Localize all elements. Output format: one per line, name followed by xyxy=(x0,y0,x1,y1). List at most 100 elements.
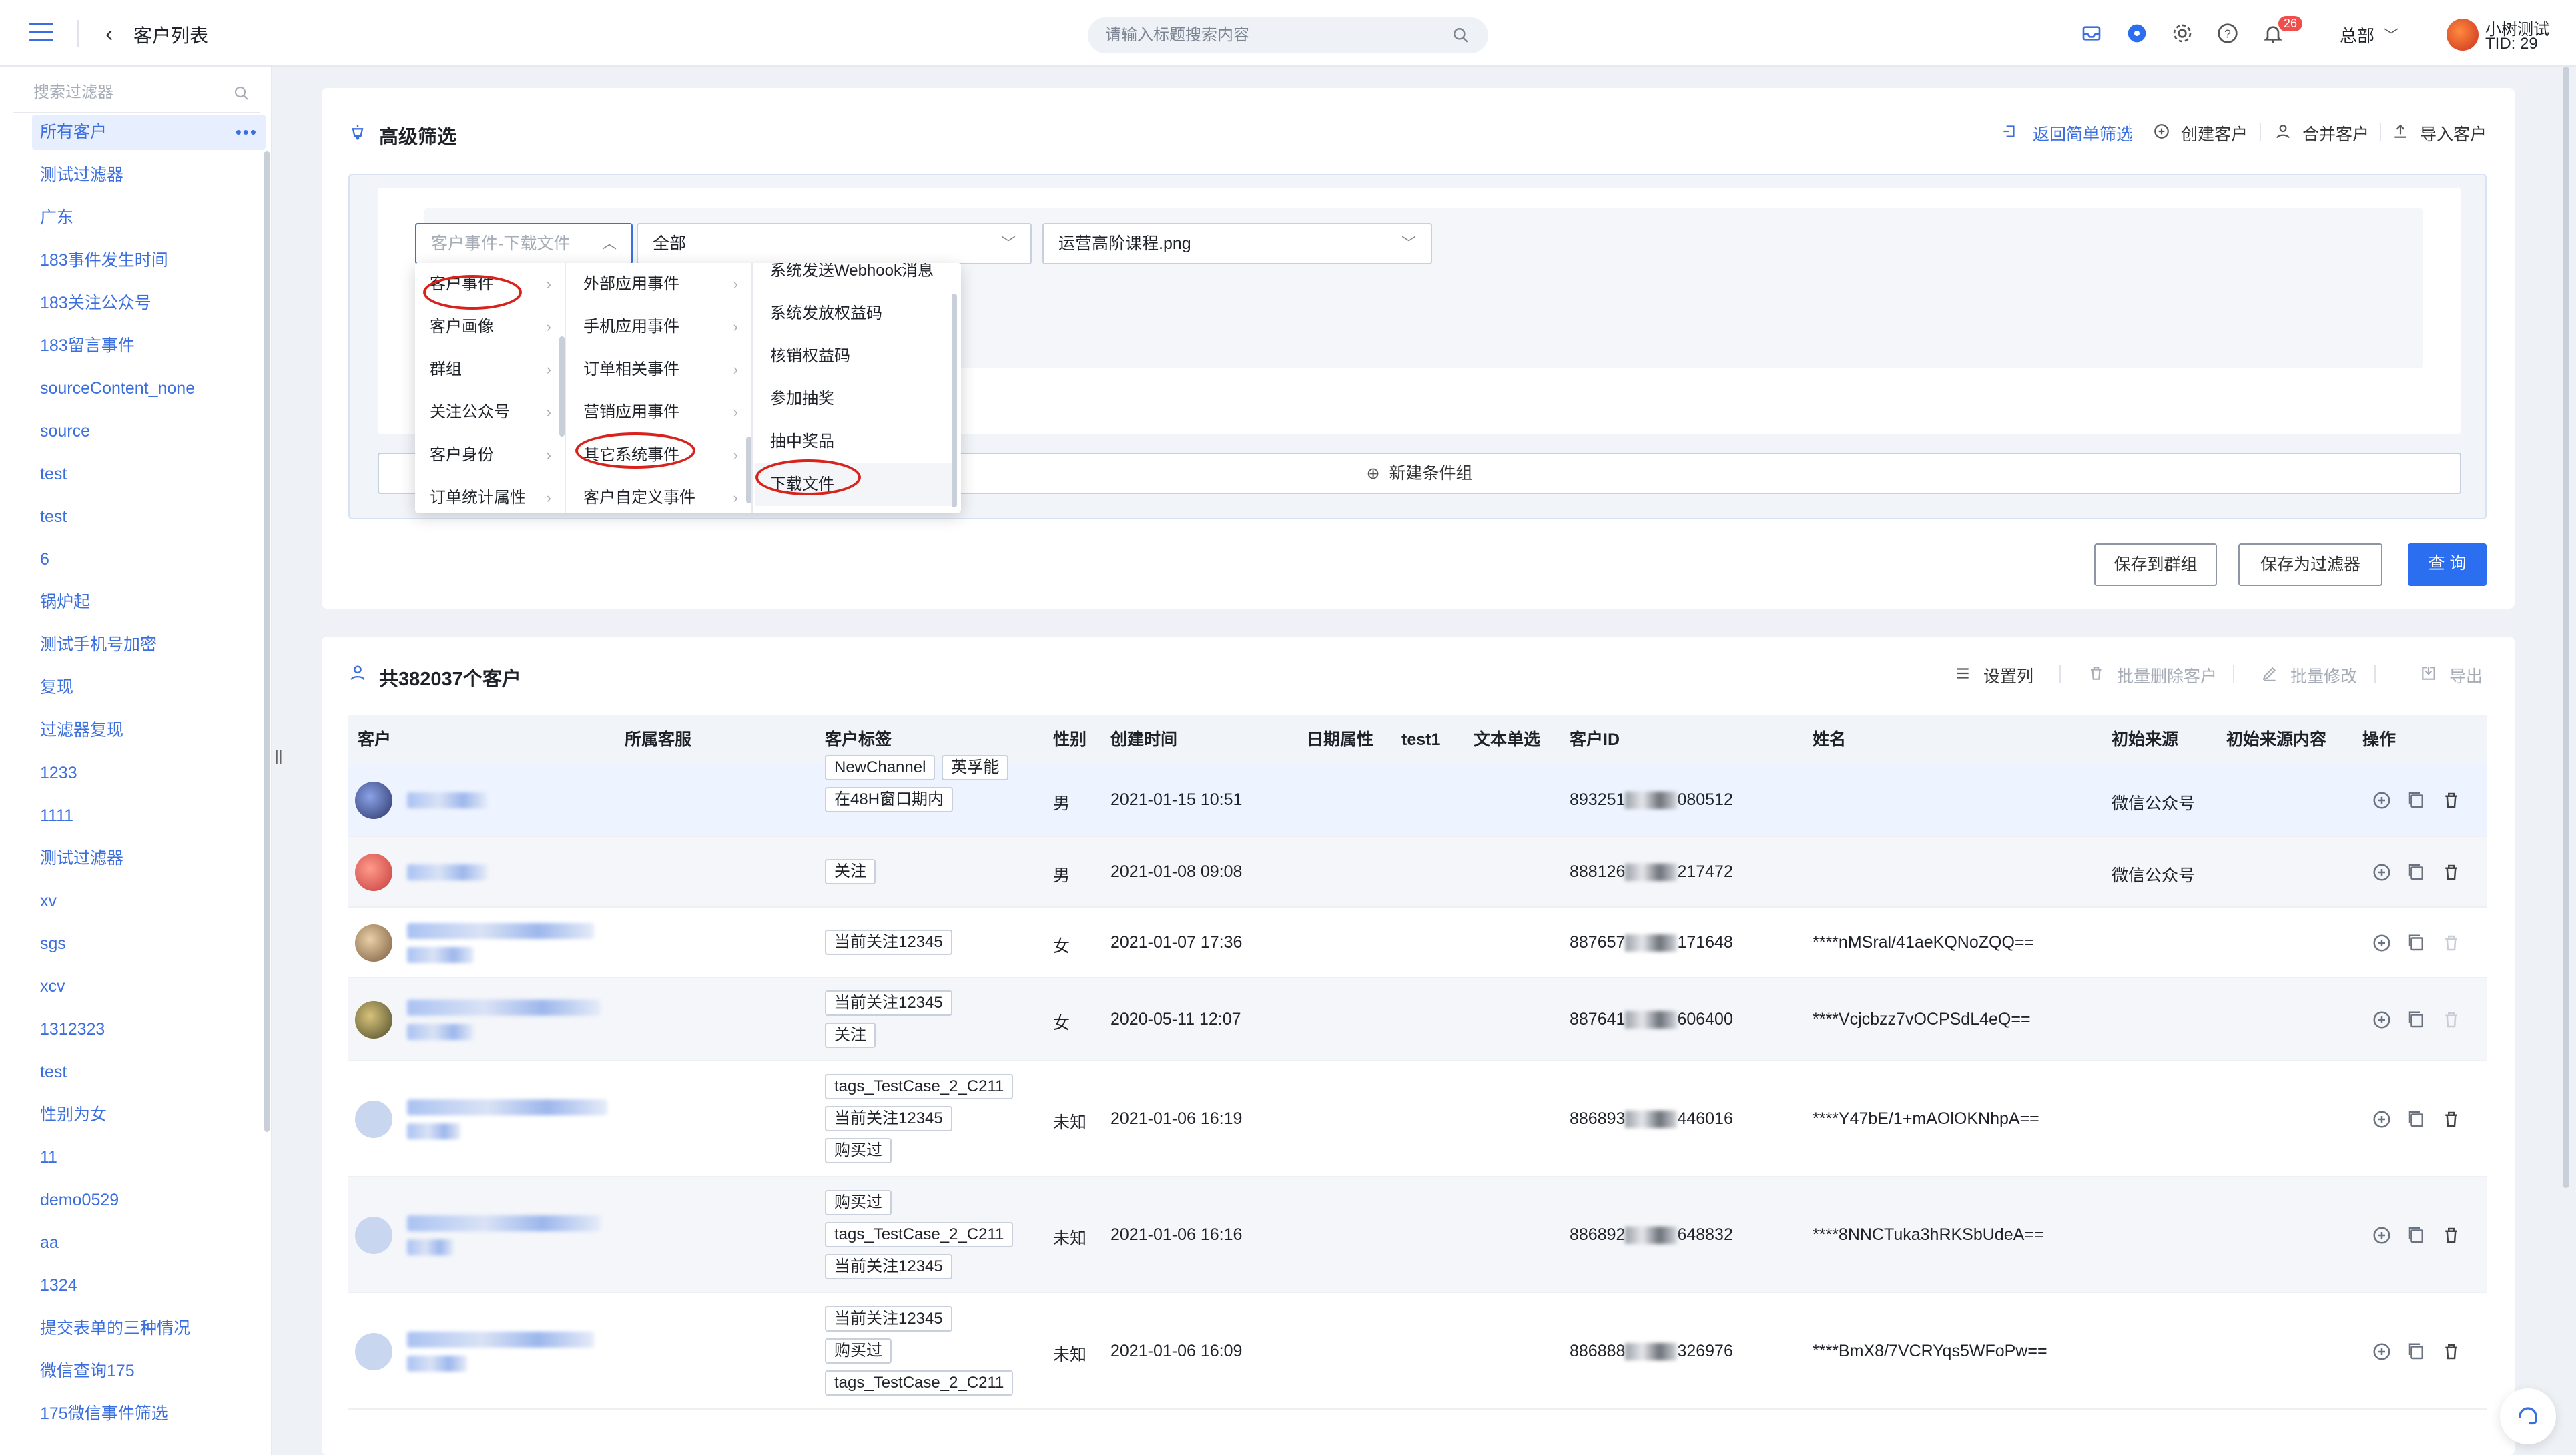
sidebar-filter-item[interactable]: sourceContent_none xyxy=(32,371,266,414)
sidebar-filter-item[interactable]: 183事件发生时间 xyxy=(32,243,266,286)
save-to-group-button[interactable]: 保存到群组 xyxy=(2094,543,2217,586)
cascader-option[interactable]: 手机应用事件 › xyxy=(569,306,751,348)
avatar[interactable] xyxy=(355,782,392,819)
redacted-customer-name[interactable] xyxy=(407,1356,467,1372)
sidebar-filter-item[interactable]: test xyxy=(32,457,266,499)
file-select[interactable]: 运营高阶课程.png ﹀ xyxy=(1042,223,1432,264)
column-header[interactable]: 初始来源 xyxy=(2112,715,2178,764)
table-row[interactable]: 当前关注12345 购买过 tags_TestCase_2_C211 未知 2021-0… xyxy=(348,1293,2487,1410)
global-search[interactable] xyxy=(1088,17,1488,53)
cascader-option[interactable]: 订单统计属性 › xyxy=(415,477,565,513)
copy-icon[interactable] xyxy=(2406,790,2427,810)
sidebar-filter-item[interactable]: source xyxy=(32,414,266,457)
table-row[interactable]: tags_TestCase_2_C211 当前关注12345 购买过 未知 2021-0… xyxy=(348,1061,2487,1177)
cascader-scrollbar[interactable] xyxy=(746,437,751,503)
tenant-switcher[interactable]: 总部 xyxy=(2340,23,2374,47)
sidebar-filter-item[interactable]: demo0529 xyxy=(32,1183,266,1225)
copy-icon[interactable] xyxy=(2406,1010,2427,1030)
sidebar-filter-item[interactable]: xcv xyxy=(32,969,266,1012)
column-header[interactable]: 创建时间 xyxy=(1110,715,1177,764)
sidebar-filter-item[interactable]: test xyxy=(32,499,266,542)
import-customer-link[interactable]: 导入客户 xyxy=(2420,121,2487,146)
sidebar-filter-item[interactable]: 6 xyxy=(32,542,266,585)
redacted-customer-name[interactable] xyxy=(407,1215,601,1231)
redacted-customer-name[interactable] xyxy=(407,1239,454,1255)
cascader-scrollbar[interactable] xyxy=(559,336,565,437)
table-row[interactable]: 关注 男 2021-01-08 09:08 888126 217472 微信公众号 xyxy=(348,837,2487,908)
export-link[interactable]: 导出 xyxy=(2449,663,2483,687)
chevron-down-icon[interactable]: ﹀ xyxy=(2384,24,2398,45)
column-header[interactable]: 所属客服 xyxy=(625,715,691,764)
column-header[interactable]: 文本单选 xyxy=(1474,715,1540,764)
settings-icon[interactable] xyxy=(2172,23,2193,44)
sidebar-filter-item[interactable]: 测试过滤器 xyxy=(32,158,266,200)
cascader-option[interactable]: 外部应用事件 › xyxy=(569,263,751,306)
sidebar-collapse-handle[interactable]: || xyxy=(275,748,282,765)
sidebar-filter-item[interactable]: 复现 xyxy=(32,670,266,713)
batch-delete-link[interactable]: 批量删除客户 xyxy=(2117,663,2217,687)
back-icon[interactable]: ‹ xyxy=(105,21,113,47)
support-button[interactable] xyxy=(2500,1388,2556,1444)
save-as-filter-button[interactable]: 保存为过滤器 xyxy=(2238,543,2382,586)
sidebar-filter-item[interactable]: 锅炉起 xyxy=(32,585,266,627)
trash-icon[interactable] xyxy=(2441,1225,2461,1245)
cascader-option[interactable]: 订单相关事件 › xyxy=(569,348,751,391)
table-row[interactable]: 当前关注12345 女 2021-01-07 17:36 887657 171648 **… xyxy=(348,908,2487,978)
sidebar-search-input[interactable] xyxy=(33,83,220,103)
cascader-scrollbar[interactable] xyxy=(952,294,957,507)
sidebar-filter-item[interactable]: 提交表单的三种情况 xyxy=(32,1311,266,1354)
copy-icon[interactable] xyxy=(2406,1109,2427,1129)
sidebar-scrollbar[interactable] xyxy=(264,151,270,1132)
cascader-option[interactable]: 系统发送Webhook消息 xyxy=(755,263,956,292)
cascader-option[interactable]: 客户自定义事件 › xyxy=(569,477,751,513)
event-type-select[interactable]: 客户事件-下载文件 ︿ xyxy=(415,223,633,264)
search-icon[interactable] xyxy=(234,85,250,101)
query-button[interactable]: 查 询 xyxy=(2408,543,2487,586)
redacted-customer-name[interactable] xyxy=(407,1099,607,1115)
menu-icon[interactable] xyxy=(29,23,53,41)
sidebar-filter-item[interactable]: aa xyxy=(32,1225,266,1268)
column-header[interactable]: 性别 xyxy=(1053,715,1086,764)
more-icon[interactable]: ••• xyxy=(236,115,258,150)
cascader-option[interactable]: 客户画像 › xyxy=(415,306,565,348)
sidebar-filter-item[interactable]: 175微信事件筛选 xyxy=(32,1396,266,1439)
add-circle-icon[interactable] xyxy=(2372,1225,2392,1245)
sidebar-filter-item[interactable]: 测试手机号加密 xyxy=(32,627,266,670)
table-row[interactable]: 购买过 tags_TestCase_2_C211 当前关注12345 未知 2021-0… xyxy=(348,1177,2487,1293)
export-icon[interactable] xyxy=(2420,665,2437,682)
avatar[interactable] xyxy=(2447,19,2479,51)
sidebar-filter-item[interactable]: test xyxy=(32,1055,266,1097)
trash-icon[interactable] xyxy=(2087,665,2105,682)
back-simple-filter-link[interactable]: 返回简单筛选 xyxy=(2033,121,2133,146)
redacted-customer-name[interactable] xyxy=(407,792,487,808)
cascader-option[interactable]: 核销权益码 xyxy=(755,335,956,378)
batch-edit-link[interactable]: 批量修改 xyxy=(2290,663,2357,687)
add-circle-icon[interactable] xyxy=(2372,790,2392,810)
trash-icon[interactable] xyxy=(2441,862,2461,882)
add-circle-icon[interactable] xyxy=(2372,933,2392,953)
avatar[interactable] xyxy=(355,924,392,962)
sidebar-filter-item[interactable]: sgs xyxy=(32,926,266,969)
cascader-option[interactable]: 抽中奖品 xyxy=(755,420,956,463)
scope-select[interactable]: 全部 ﹀ xyxy=(637,223,1032,264)
search-icon[interactable] xyxy=(1452,27,1470,44)
trash-icon[interactable] xyxy=(2441,933,2461,953)
column-header[interactable]: 姓名 xyxy=(1813,715,1846,764)
copy-icon[interactable] xyxy=(2406,933,2427,953)
trash-icon[interactable] xyxy=(2441,1010,2461,1030)
avatar[interactable] xyxy=(355,1101,392,1138)
cascader-option[interactable]: 参加抽奖 xyxy=(755,378,956,420)
sidebar-filter-item[interactable]: 183留言事件 xyxy=(32,328,266,371)
add-circle-icon[interactable] xyxy=(2153,123,2170,140)
add-circle-icon[interactable] xyxy=(2372,1109,2392,1129)
redacted-customer-name[interactable] xyxy=(407,864,487,880)
trash-icon[interactable] xyxy=(2441,1109,2461,1129)
sidebar-filter-item[interactable]: 过滤器复现 xyxy=(32,713,266,756)
sidebar-filter-item[interactable]: 微信查询175 xyxy=(32,1354,266,1396)
copy-icon[interactable] xyxy=(2406,862,2427,882)
create-customer-link[interactable]: 创建客户 xyxy=(2181,121,2248,146)
copy-icon[interactable] xyxy=(2406,1225,2427,1245)
add-circle-icon[interactable] xyxy=(2372,1010,2392,1030)
column-header[interactable]: test1 xyxy=(1401,715,1440,764)
sidebar-filter-item[interactable]: 所有客户 ••• xyxy=(32,115,266,150)
